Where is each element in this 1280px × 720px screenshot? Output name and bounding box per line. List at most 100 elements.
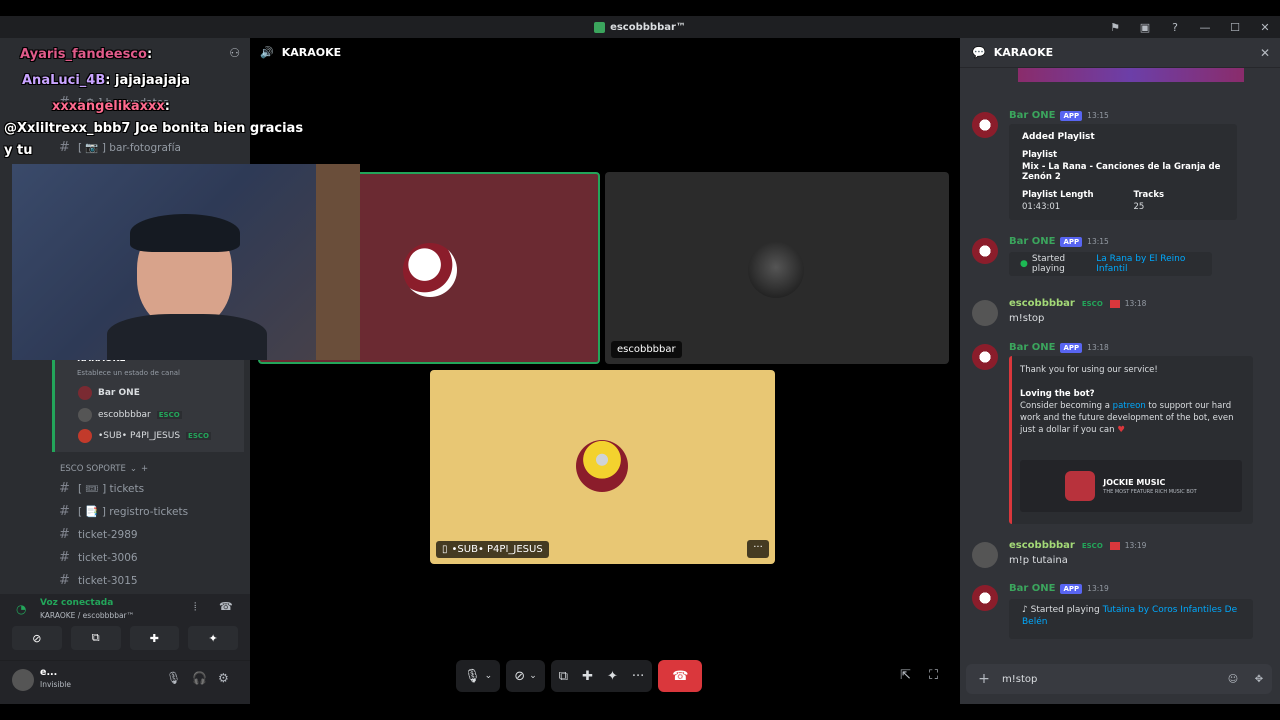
stage-header: 🔊 KARAOKE <box>260 46 342 59</box>
stream-chat-line: xxxangelikaxxx: <box>52 99 170 114</box>
activities-icon[interactable]: ✚ <box>582 669 593 684</box>
settings-gear-icon[interactable]: ⚙ <box>218 671 229 685</box>
track-link[interactable]: La Rana by El Reino Infantil <box>1096 254 1204 274</box>
hash-icon: # <box>59 481 70 496</box>
add-channel-icon[interactable]: + <box>141 464 148 474</box>
voice-text-chat: 💬 KARAOKE ✕ Bar ONE APP 13:15 Added Play… <box>960 38 1280 704</box>
voice-member[interactable]: escobbbbar ESCO <box>78 408 182 422</box>
mic-icon[interactable]: 🎙 <box>166 671 181 685</box>
avatar[interactable] <box>972 300 998 326</box>
tiktok-icon: ♪ <box>1022 605 1028 615</box>
message-timestamp: 13:18 <box>1124 299 1147 308</box>
category-esco-soporte[interactable]: ESCO SOPORTE ⌄ + <box>60 464 148 474</box>
chevron-down-icon: ⌄ <box>129 464 137 474</box>
esco-badge: ESCO <box>1079 299 1105 308</box>
channel-status-hint[interactable]: Establece un estado de canal <box>77 369 180 377</box>
message-author[interactable]: escobbbbar <box>1009 298 1075 309</box>
avatar <box>78 408 92 422</box>
avatar[interactable] <box>12 669 34 691</box>
message-timestamp: 13:18 <box>1087 343 1109 352</box>
avatar[interactable] <box>972 238 998 264</box>
esco-badge: ESCO <box>156 411 182 419</box>
popout-icon[interactable]: ⇱ <box>900 668 911 683</box>
now-playing-embed: ● Started playing La Rana by El Reino In… <box>1009 252 1212 276</box>
message-author[interactable]: escobbbbar <box>1009 540 1075 551</box>
avatar[interactable] <box>972 112 998 138</box>
minimize-button[interactable]: — <box>1190 21 1220 34</box>
help-icon[interactable]: ? <box>1160 21 1190 34</box>
username[interactable]: e... <box>40 667 57 678</box>
screen-icon[interactable]: ▣ <box>1130 21 1160 34</box>
chat-message: escobbbbar ESCO 13:18 m!stop <box>960 298 1280 332</box>
thanks-embed: Thank you for using our service! Loving … <box>1009 356 1253 524</box>
inbox-icon[interactable]: ⚑ <box>1100 21 1130 34</box>
channel-ticket-3006[interactable]: # ticket-3006 <box>0 546 250 569</box>
voice-member[interactable]: •SUB• P4PI_JESUS ESCO <box>78 429 211 443</box>
fullscreen-icon[interactable]: ⛶ <box>929 668 938 683</box>
server-icon <box>594 21 606 33</box>
app-badge: APP <box>1060 236 1083 247</box>
camera-toggle-button[interactable]: ⊘ ⌄ <box>506 660 545 692</box>
channel-bar-fotografia[interactable]: # [ 📷 ] bar-fotografía <box>0 136 250 159</box>
headphones-icon[interactable]: 🎧 <box>192 671 207 685</box>
webcam-background-door <box>316 164 360 360</box>
channel-registro-tickets[interactable]: # [ 📑 ] registro-tickets <box>0 500 250 523</box>
video-tile-p4pi-jesus[interactable]: ▯ •SUB• P4PI_JESUS ··· <box>430 370 775 564</box>
message-author[interactable]: Bar ONE <box>1009 342 1055 353</box>
voice-member[interactable]: Bar ONE <box>78 386 140 400</box>
close-icon[interactable]: ✕ <box>1260 46 1270 60</box>
app-badge: APP <box>1060 110 1083 121</box>
emoji-icon[interactable]: ☺ <box>1220 674 1246 685</box>
noise-suppression-icon[interactable]: ⦙ <box>194 600 196 614</box>
message-timestamp: 13:15 <box>1087 237 1109 246</box>
video-tile-escobbbbar[interactable]: escobbbbar <box>605 172 949 364</box>
soundboard-icon[interactable]: ✦ <box>607 669 618 684</box>
disconnect-icon[interactable]: ☎ <box>219 600 233 613</box>
activity-controls: ⧉ ✚ ✦ ··· <box>550 660 653 692</box>
chat-message: escobbbbar ESCO 13:19 m!p tutaina <box>960 540 1280 574</box>
mute-button[interactable]: 🎙 ⌄ <box>456 660 501 692</box>
add-attachment-icon[interactable]: + <box>966 671 1002 687</box>
channel-ticket-3015[interactable]: # ticket-3015 <box>0 569 250 592</box>
channel-tickets[interactable]: # [ 🎟 ] tickets <box>0 477 250 500</box>
camera-off-button[interactable]: ⊘ <box>12 626 62 650</box>
chat-input-bar: + ☺ ✥ <box>966 664 1272 694</box>
jockie-banner: JOCKIE MUSIC THE MOST FEATURE RICH MUSIC… <box>1020 460 1242 512</box>
add-member-icon[interactable]: ⚇ <box>229 46 240 60</box>
screen-share-button[interactable]: ⧉ <box>70 626 121 650</box>
now-playing-embed: ♪ Started playing Tutaina by Coros Infan… <box>1009 599 1253 639</box>
avatar <box>78 429 92 443</box>
avatar <box>748 242 804 298</box>
message-timestamp: 13:19 <box>1087 584 1109 593</box>
previous-embed-image <box>1018 68 1244 82</box>
message-author[interactable]: Bar ONE <box>1009 110 1055 121</box>
maximize-button[interactable]: ☐ <box>1220 21 1250 34</box>
disconnect-button[interactable]: ☎ <box>658 660 703 692</box>
message-author[interactable]: Bar ONE <box>1009 583 1055 594</box>
more-icon[interactable]: ··· <box>632 669 644 684</box>
live-icon <box>1109 541 1120 550</box>
avatar <box>78 386 92 400</box>
soundboard-button[interactable]: ✦ <box>188 626 238 650</box>
hangup-icon: ☎ <box>672 668 689 684</box>
avatar[interactable] <box>972 542 998 568</box>
chat-message: Bar ONE APP 13:18 Thank you for using ou… <box>960 342 1280 524</box>
patreon-link[interactable]: patreon <box>1113 401 1146 411</box>
chat-header: 💬 KARAOKE <box>960 38 1280 68</box>
avatar[interactable] <box>972 344 998 370</box>
activities-button[interactable]: ✚ <box>129 626 180 650</box>
apps-icon[interactable]: ✥ <box>1246 674 1272 685</box>
more-options-button[interactable]: ··· <box>747 540 769 558</box>
channel-ticket-2989[interactable]: # ticket-2989 <box>0 523 250 546</box>
voice-connected-detail[interactable]: KARAOKE / escobbbbar™ <box>40 611 134 620</box>
message-input[interactable] <box>1002 673 1220 685</box>
screen-share-icon[interactable]: ⧉ <box>559 669 568 684</box>
message-author[interactable]: Bar ONE <box>1009 236 1055 247</box>
message-text: m!p tutaina <box>1009 555 1068 566</box>
avatar[interactable] <box>972 585 998 611</box>
window-titlebar: escobbbbar™ ⚑ ▣ ? — ☐ ✕ <box>0 16 1280 38</box>
avatar <box>403 243 457 297</box>
channel-sidebar: ⚇ # [ ⚙ ] bar-updates # [ 📷 ] bar-fotogr… <box>0 38 250 704</box>
close-window-button[interactable]: ✕ <box>1250 21 1280 34</box>
webcam-overlay <box>12 164 360 360</box>
